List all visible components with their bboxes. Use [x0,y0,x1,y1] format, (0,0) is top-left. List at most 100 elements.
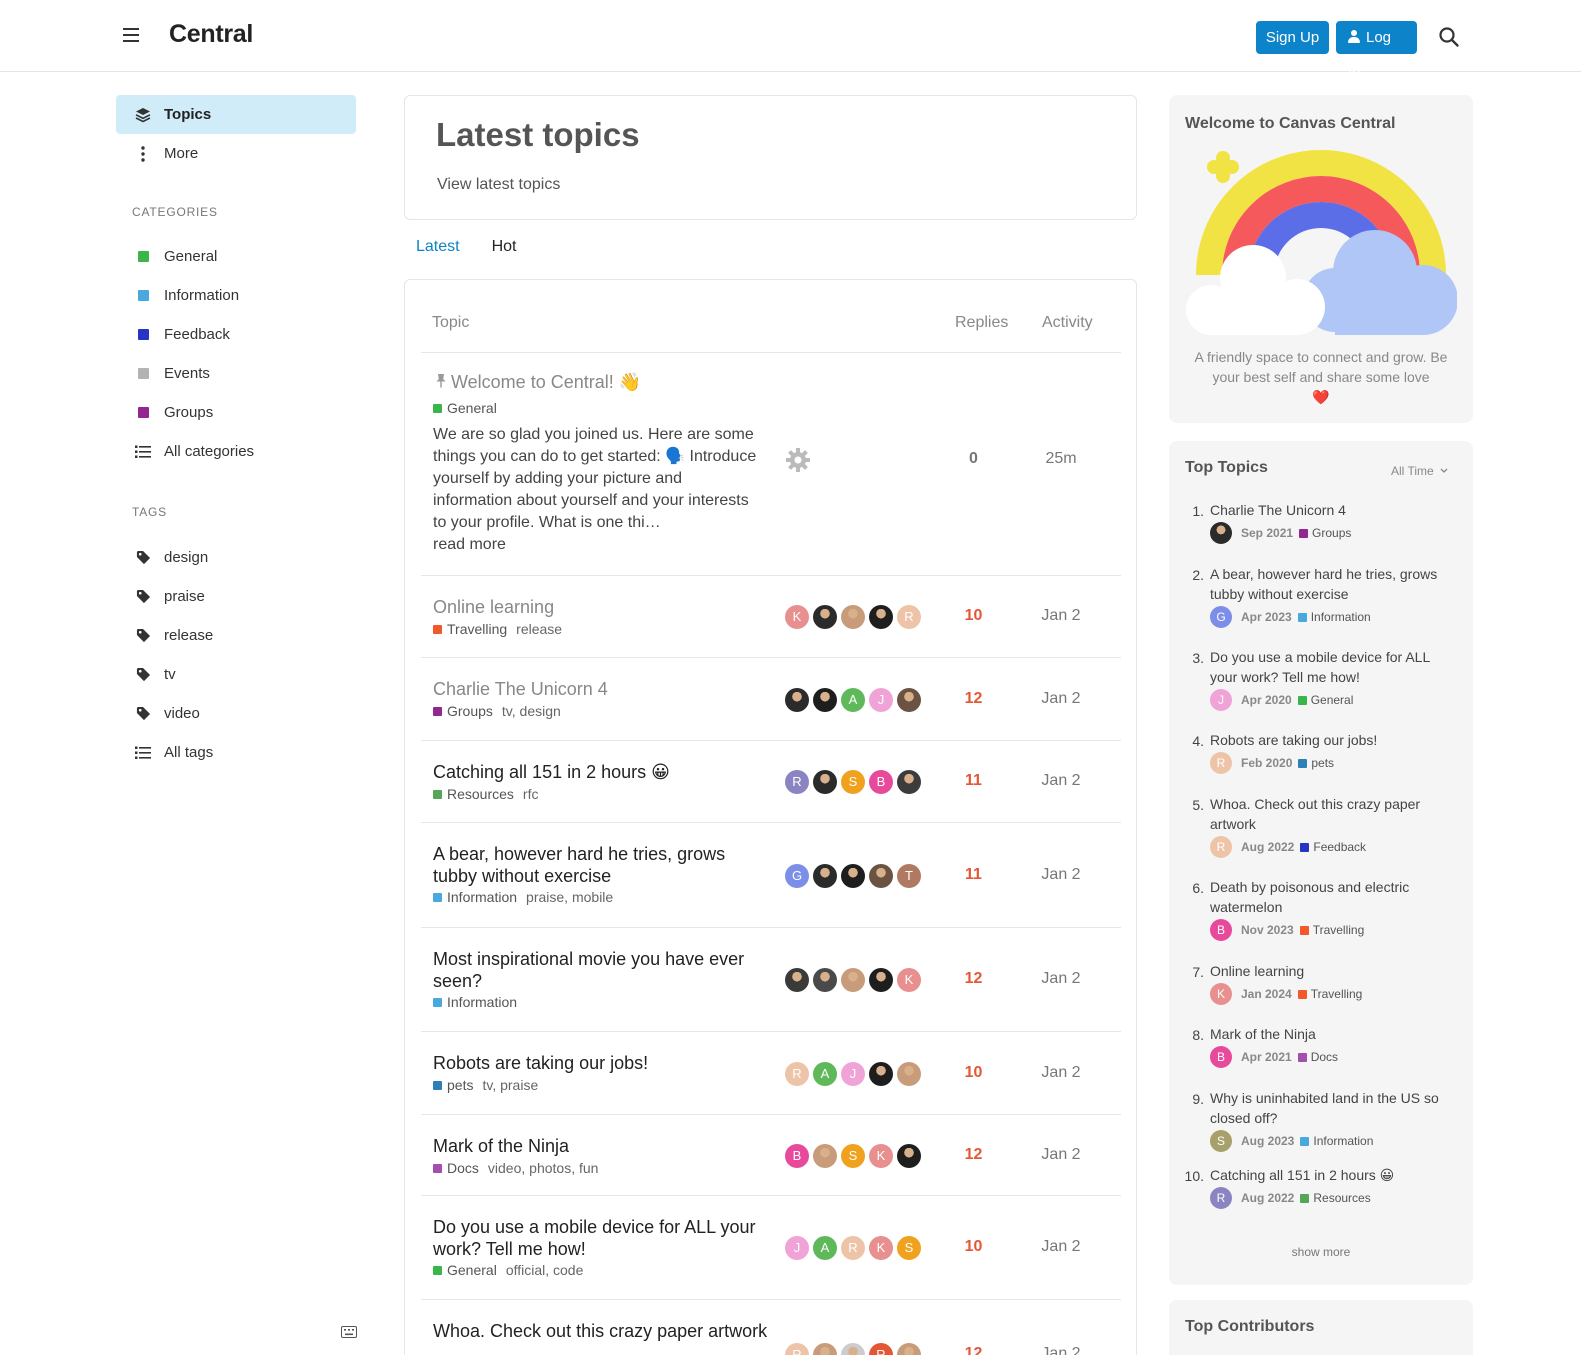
topic-tags[interactable]: praise, mobile [526,889,613,905]
activity-time[interactable]: Jan 2 [1026,690,1096,708]
top-topic-title[interactable]: Charlie The Unicorn 4 [1210,500,1460,520]
sidebar-item-topics[interactable]: Topics [116,95,356,134]
avatar[interactable]: R [1210,1187,1232,1209]
tab-latest[interactable]: Latest [416,238,460,256]
avatar[interactable] [841,968,865,992]
top-topic-title[interactable]: A bear, however hard he tries, grows tub… [1210,564,1460,604]
topic-title-link[interactable]: Robots are taking our jobs! [433,1052,768,1074]
avatar[interactable] [897,688,921,712]
column-header-activity[interactable]: Activity [1042,314,1093,332]
avatar[interactable]: R [869,1343,893,1355]
avatar[interactable]: B [1210,919,1232,941]
avatar[interactable] [785,968,809,992]
sidebar-category-general[interactable]: General [116,237,356,276]
topic-title-link[interactable]: Mark of the Ninja [433,1135,768,1157]
avatar[interactable]: K [897,968,921,992]
avatar[interactable] [813,688,837,712]
avatar[interactable] [813,770,837,794]
avatar[interactable] [813,1144,837,1168]
category-badge[interactable]: Docs [1297,1050,1338,1064]
top-topic-title[interactable]: Robots are taking our jobs! [1210,730,1460,750]
replies-count[interactable]: 10 [961,607,986,625]
avatar[interactable]: B [785,1144,809,1168]
avatar[interactable]: K [785,605,809,629]
read-more-link[interactable]: read more [433,534,758,556]
sidebar-category-groups[interactable]: Groups [116,393,356,432]
activity-time[interactable]: Jan 2 [1026,866,1096,884]
avatar[interactable] [813,605,837,629]
avatar[interactable] [1210,522,1232,544]
column-header-replies[interactable]: Replies [955,314,1008,332]
replies-count[interactable]: 11 [961,866,986,884]
log-in-button[interactable]: Log In [1336,21,1417,79]
avatar[interactable]: K [869,1236,893,1260]
category-badge[interactable]: Groups [447,703,493,719]
category-badge[interactable]: Travelling [1297,987,1362,1001]
avatar[interactable]: J [841,1062,865,1086]
replies-count[interactable]: 10 [961,1238,986,1256]
topic-title-link[interactable]: Do you use a mobile device for ALL your … [433,1216,768,1260]
avatar[interactable]: R [1210,836,1232,858]
category-badge[interactable]: Resources [447,786,514,802]
topic-tags[interactable]: tv, design [502,703,561,719]
sidebar-tag-tv[interactable]: tv [116,655,356,694]
avatar[interactable] [897,1062,921,1086]
avatar[interactable] [813,1343,837,1355]
sidebar-category-information[interactable]: Information [116,276,356,315]
topic-title-link[interactable]: Welcome to Central! 👋 [451,371,786,393]
sidebar-all-tags[interactable]: All tags [116,733,356,772]
site-title[interactable]: Central [169,20,253,49]
period-selector[interactable]: All Time [1391,464,1448,478]
sign-up-button[interactable]: Sign Up [1256,21,1329,54]
system-gear-icon[interactable] [785,447,811,473]
activity-time[interactable]: Jan 2 [1026,607,1096,625]
avatar[interactable]: R [785,1343,809,1355]
avatar[interactable]: S [897,1236,921,1260]
top-topic-title[interactable]: Whoa. Check out this crazy paper artwork [1210,794,1460,834]
avatar[interactable]: A [813,1062,837,1086]
topic-tags[interactable]: release [516,621,562,637]
avatar[interactable] [869,968,893,992]
avatar[interactable] [869,605,893,629]
avatar[interactable]: A [813,1236,837,1260]
replies-count[interactable]: 12 [961,970,986,988]
avatar[interactable] [813,968,837,992]
avatar[interactable]: R [897,605,921,629]
category-badge[interactable]: Information [447,994,517,1010]
category-badge[interactable]: General [447,1262,497,1278]
topic-tags[interactable]: rfc [523,786,539,802]
avatar[interactable] [841,1343,865,1355]
column-header-topic[interactable]: Topic [432,314,469,332]
top-topic-title[interactable]: Do you use a mobile device for ALL your … [1210,647,1460,687]
replies-count[interactable]: 12 [961,1146,986,1164]
avatar[interactable]: K [1210,983,1232,1005]
category-badge[interactable]: Travelling [447,621,507,637]
avatar[interactable]: J [869,688,893,712]
avatar[interactable]: G [785,864,809,888]
category-badge[interactable]: Information [1297,610,1371,624]
category-badge[interactable]: General [1297,693,1353,707]
category-badge[interactable]: Feedback [1300,840,1366,854]
top-topic-title[interactable]: Online learning [1210,961,1460,981]
avatar[interactable]: K [869,1144,893,1168]
activity-time[interactable]: Jan 2 [1026,970,1096,988]
avatar[interactable]: S [841,1144,865,1168]
avatar[interactable] [813,864,837,888]
sidebar-item-more[interactable]: More [116,134,356,173]
avatar[interactable] [841,605,865,629]
topic-title-link[interactable]: Catching all 151 in 2 hours 😀 [433,761,768,783]
avatar[interactable] [841,864,865,888]
avatar[interactable] [897,1343,921,1355]
category-badge[interactable]: Docs [447,1160,479,1176]
top-topic-title[interactable]: Mark of the Ninja [1210,1024,1460,1044]
sidebar-category-feedback[interactable]: Feedback [116,315,356,354]
avatar[interactable] [897,770,921,794]
avatar[interactable]: S [1210,1130,1232,1152]
replies-count[interactable]: 0 [961,450,986,468]
replies-count[interactable]: 12 [961,690,986,708]
tab-hot[interactable]: Hot [492,238,517,256]
category-badge[interactable]: Resources [1300,1191,1371,1205]
avatar[interactable]: T [897,864,921,888]
avatar[interactable] [869,1062,893,1086]
activity-time[interactable]: Jan 2 [1026,1146,1096,1164]
